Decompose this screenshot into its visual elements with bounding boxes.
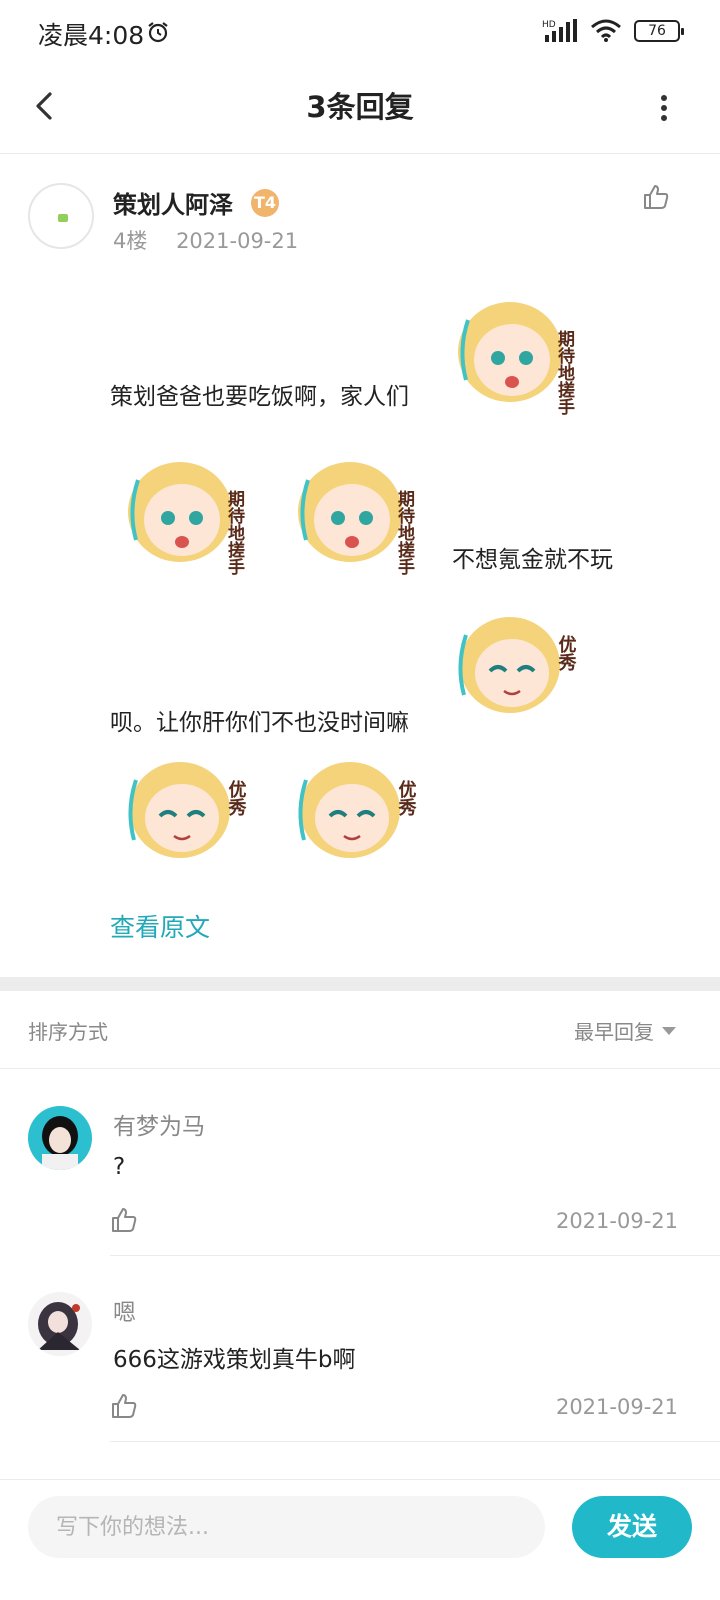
sticker-caption: 优秀 xyxy=(396,779,418,816)
sticker-excellent: 优秀 xyxy=(458,617,578,713)
reply-avatar[interactable] xyxy=(28,1106,92,1170)
like-icon[interactable] xyxy=(110,1206,138,1234)
sticker-expect: 期待地搓手 xyxy=(458,302,575,415)
sticker-expect: 期待地搓手 xyxy=(298,462,415,575)
sticker-caption: 期待地搓手 xyxy=(554,330,575,415)
network-type-label: HD xyxy=(542,20,556,30)
section-divider xyxy=(0,977,720,991)
sort-dropdown[interactable]: 最早回复 xyxy=(574,1016,676,1045)
post-date: 2021-09-21 xyxy=(176,229,299,253)
header: 3条回复 xyxy=(0,64,720,154)
reply-text: 666这游戏策划真牛b啊 xyxy=(113,1347,356,1373)
battery-icon: 76 xyxy=(634,20,684,42)
sticker-caption: 优秀 xyxy=(226,779,248,816)
like-icon[interactable] xyxy=(642,183,670,211)
send-button[interactable]: 发送 xyxy=(572,1496,692,1558)
comment-composer: 发送 xyxy=(0,1479,720,1600)
more-options-icon[interactable] xyxy=(654,86,674,130)
alarm-icon xyxy=(148,22,168,43)
wifi-icon xyxy=(591,19,621,42)
reply-text: ? xyxy=(113,1154,126,1180)
status-time: 凌晨4:08 xyxy=(38,21,145,50)
sort-value: 最早回复 xyxy=(574,1020,654,1044)
reply-avatar[interactable] xyxy=(28,1292,92,1356)
dropdown-arrow-icon xyxy=(662,1026,676,1035)
floor-number: 4楼 xyxy=(113,229,148,253)
reply-item: 有梦为马 ? 2021-09-21 xyxy=(0,1070,720,1256)
sort-bar: 排序方式 最早回复 xyxy=(0,991,720,1069)
sticker-caption: 期待地搓手 xyxy=(224,490,245,575)
sticker-expect: 期待地搓手 xyxy=(128,462,245,575)
view-original-link[interactable]: 查看原文 xyxy=(110,908,210,944)
post-text-line-1: 策划爸爸也要吃饭啊，家人们 xyxy=(110,384,409,410)
post-text-line-3: 呗。让你肝你们不也没时间嘛 xyxy=(110,710,409,736)
sort-label: 排序方式 xyxy=(28,1020,108,1044)
like-icon[interactable] xyxy=(110,1392,138,1420)
reply-date: 2021-09-21 xyxy=(555,1209,678,1233)
author-avatar[interactable] xyxy=(28,183,94,249)
sticker-caption: 期待地搓手 xyxy=(394,490,415,575)
status-bar: 凌晨4:08 HD 76 xyxy=(0,0,720,64)
reply-item: 嗯 666这游戏策划真牛b啊 2021-09-21 xyxy=(0,1256,720,1442)
original-post: 策划人阿泽 T4 4楼 2021-09-21 策划爸爸也要吃饭啊，家人们 期待地… xyxy=(0,155,720,975)
reply-date: 2021-09-21 xyxy=(555,1395,678,1419)
reply-author-name[interactable]: 有梦为马 xyxy=(113,1107,205,1141)
sticker-excellent: 优秀 xyxy=(298,762,418,858)
reply-author-name[interactable]: 嗯 xyxy=(113,1293,136,1327)
post-text-line-2: 不想氪金就不玩 xyxy=(452,547,613,573)
cellular-signal-icon: HD xyxy=(542,19,577,42)
sticker-excellent: 优秀 xyxy=(128,762,248,858)
page-title: 3条回复 xyxy=(306,90,414,124)
post-meta: 4楼 2021-09-21 xyxy=(113,225,298,255)
sticker-caption: 优秀 xyxy=(556,634,578,671)
reply-divider xyxy=(110,1441,720,1442)
comment-input[interactable] xyxy=(28,1496,545,1558)
author-name[interactable]: 策划人阿泽 xyxy=(113,185,233,220)
level-badge: T4 xyxy=(251,189,279,217)
